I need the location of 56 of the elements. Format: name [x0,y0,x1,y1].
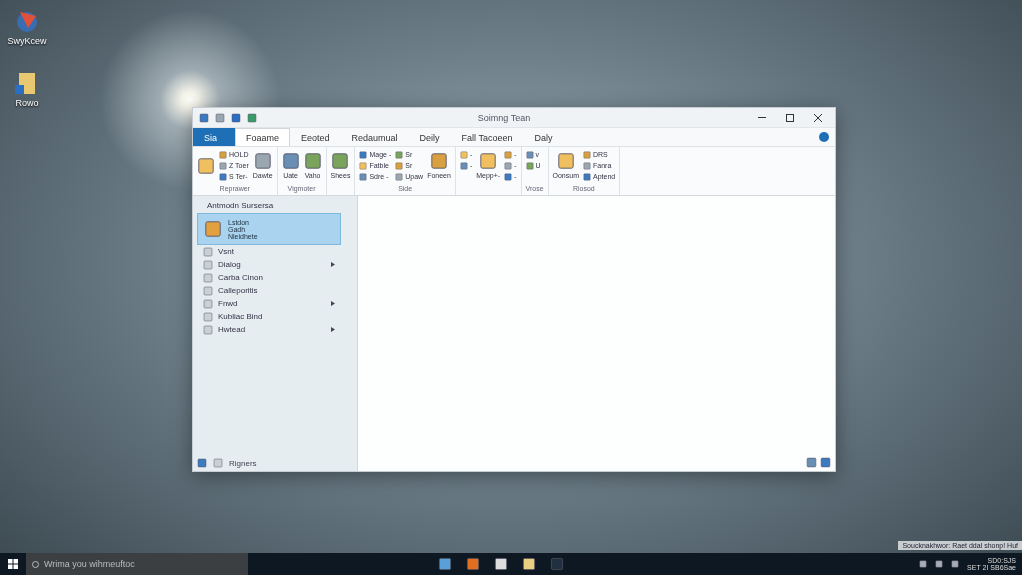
taskbar-app-icon [522,557,536,571]
nav-item[interactable]: Hwtead [197,323,341,336]
help-icon[interactable] [819,132,829,142]
ribbon-icon [281,152,300,170]
ribbon-icon [331,152,350,170]
status-text: Rigners [229,458,257,468]
quick-access-icon [215,112,225,123]
nav-item[interactable]: Carba Cinon [197,271,341,284]
view-icon [820,457,831,468]
submenu-arrow-icon [331,262,335,267]
ribbon-icon [479,152,498,170]
ribbon-tab[interactable]: Foaame [235,128,291,146]
quick-access-icon [199,112,209,123]
nav-icon [203,311,213,322]
submenu-arrow-icon [331,301,335,306]
quick-access-icon [231,112,241,123]
taskbar-app-icon [466,557,480,571]
nav-header: Antmodn Sursersa [206,200,275,212]
search-icon [32,560,39,568]
ribbon-icon [303,152,322,170]
maximize-icon [786,113,794,122]
nav-item[interactable]: Kubliac Bind [197,310,341,323]
taskbar-app-icon [438,557,452,571]
nav-icon [203,272,213,283]
window-title: Soimng Tean [476,112,532,123]
nav-item[interactable]: Calleporitis [197,284,341,297]
ribbon-icon [197,156,215,175]
folder-icon [204,220,222,238]
ribbon-tab[interactable]: Fall Tacoeen [450,128,524,146]
desktop-icon-label[interactable]: SwyKcew [7,36,47,46]
taskbar-app-icon [550,557,564,571]
windows-icon [8,559,18,569]
view-icon [806,457,817,468]
ribbon-tab[interactable]: Daly [523,128,564,146]
nav-item[interactable]: Dialog [197,258,341,271]
ribbon-tab[interactable]: Redaumual [340,128,409,146]
nav-icon [203,298,213,309]
file-tab[interactable]: Sia [193,128,235,146]
close-icon [814,113,822,122]
ribbon-tab[interactable]: Eeoted [290,128,341,146]
desktop-icon-label[interactable]: Rowo [15,98,39,108]
nav-icon [203,246,213,257]
ribbon-button[interactable] [197,156,215,175]
nav-icon [203,285,213,296]
taskbar-app-icon [494,557,508,571]
ribbon-icon [556,152,575,170]
minimize-icon [758,116,766,119]
nav-icon [203,324,213,335]
nav-item[interactable]: Fnwd [197,297,341,310]
ribbon-icon [430,152,448,170]
nav-item[interactable]: Vsnt [197,245,341,258]
ribbon-icon [253,152,272,170]
submenu-arrow-icon [331,327,335,332]
ribbon-tab[interactable]: Deily [408,128,451,146]
nav-icon [203,259,213,270]
quick-access-icon [247,112,257,123]
